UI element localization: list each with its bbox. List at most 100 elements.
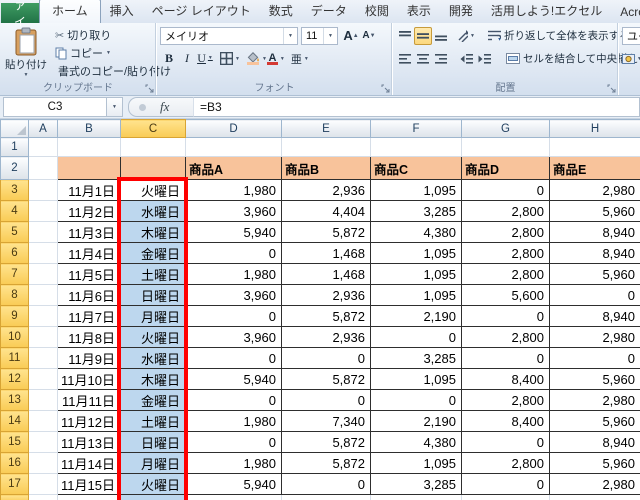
cell-value[interactable]: 3,285 (370, 347, 462, 369)
cell-date[interactable]: 11月8日 (57, 326, 121, 348)
cell-empty[interactable] (28, 263, 58, 285)
cell-value[interactable]: 5,960 (549, 452, 640, 474)
cell-value[interactable]: 3,285 (370, 200, 462, 222)
cell-day[interactable]: 日曜日 (120, 284, 186, 306)
row-header-8[interactable]: 8 (0, 284, 29, 306)
name-box-dropdown[interactable]: ▼ (106, 97, 123, 117)
col-header-B[interactable]: B (57, 119, 121, 138)
cell-value[interactable]: 2,980 (549, 473, 640, 495)
cell-value[interactable]: 0 (185, 389, 282, 411)
row-header-2[interactable]: 2 (0, 156, 29, 180)
cell-day[interactable]: 火曜日 (120, 473, 186, 495)
cell-value[interactable]: 0 (185, 305, 282, 327)
orientation-button[interactable] (457, 27, 475, 45)
cell-value[interactable]: 5,940 (185, 368, 282, 390)
cell-empty[interactable] (28, 156, 58, 180)
chevron-down-icon[interactable]: ▼ (323, 27, 337, 44)
cell-day[interactable]: 日曜日 (120, 431, 186, 453)
cell-value[interactable]: 0 (461, 179, 550, 201)
cell-date[interactable]: 11月4日 (57, 242, 121, 264)
cell-empty[interactable] (28, 137, 58, 157)
select-all-corner[interactable] (0, 119, 29, 138)
cell-date[interactable]: 11月3日 (57, 221, 121, 243)
tab-活用しよう!エクセル[interactable]: 活用しよう!エクセル (482, 0, 611, 23)
cell-value[interactable]: 5,940 (185, 221, 282, 243)
cell-value[interactable]: 1,095 (370, 368, 462, 390)
cell-empty[interactable] (120, 137, 186, 157)
cell-value[interactable]: 2,190 (370, 410, 462, 432)
cell-empty[interactable] (28, 410, 58, 432)
decrease-indent-button[interactable] (457, 50, 475, 68)
cell-value[interactable]: 1,468 (281, 242, 371, 264)
wrap-text-button[interactable]: 折り返して全体を表示する (485, 27, 633, 45)
cell-value[interactable]: 2,980 (549, 389, 640, 411)
cell-value[interactable]: 5,872 (281, 368, 371, 390)
cell-day[interactable]: 木曜日 (120, 368, 186, 390)
cell-empty[interactable] (28, 242, 58, 264)
cell-day-active[interactable]: 火曜日 (120, 179, 186, 201)
cell-product-header[interactable]: 商品D (461, 156, 550, 180)
cell-value[interactable]: 0 (461, 473, 550, 495)
cell-value[interactable]: 3,960 (185, 200, 282, 222)
row-header-4[interactable]: 4 (0, 200, 29, 222)
align-top-button[interactable] (396, 27, 414, 45)
italic-button[interactable]: I (178, 50, 196, 68)
grow-font-button[interactable]: A ▲ (342, 27, 360, 45)
cell-value[interactable]: 5,872 (281, 431, 371, 453)
tab-開発[interactable]: 開発 (440, 0, 482, 23)
cell-value[interactable]: 2,980 (549, 326, 640, 348)
increase-indent-button[interactable] (475, 50, 493, 68)
alignment-dialog-launcher-icon[interactable] (607, 84, 616, 93)
cell-date[interactable]: 11月9日 (57, 347, 121, 369)
cell-value[interactable]: 4,380 (370, 431, 462, 453)
chevron-down-icon[interactable]: ▼ (24, 72, 29, 78)
cell-value[interactable]: 0 (549, 284, 640, 306)
copy-button[interactable]: コピー ▼ (53, 44, 153, 62)
cell-value[interactable]: 3,960 (185, 326, 282, 348)
cell-value[interactable]: 1,095 (370, 263, 462, 285)
row-header-11[interactable]: 11 (0, 347, 29, 369)
cell-value[interactable]: 7,340 (281, 410, 371, 432)
row-header-17[interactable]: 17 (0, 473, 29, 495)
cell-empty[interactable] (461, 494, 550, 500)
cell-empty[interactable] (28, 494, 58, 500)
cell-value[interactable]: 5,872 (281, 221, 371, 243)
cell-value[interactable]: 2,800 (461, 452, 550, 474)
cell-value[interactable]: 2,800 (461, 263, 550, 285)
cell-product-header[interactable]: 商品C (370, 156, 462, 180)
cell-empty[interactable] (461, 137, 550, 157)
cell-value[interactable]: 5,960 (549, 263, 640, 285)
cell-day[interactable]: 金曜日 (120, 242, 186, 264)
cell-value[interactable]: 0 (185, 347, 282, 369)
cell-value[interactable]: 2,800 (461, 221, 550, 243)
align-left-button[interactable] (396, 50, 414, 68)
cell-empty[interactable] (370, 137, 462, 157)
font-name-combo[interactable]: メイリオ ▼ (160, 26, 298, 45)
cell-empty[interactable] (57, 137, 121, 157)
paste-button[interactable]: 貼り付け ▼ (4, 27, 48, 79)
col-header-D[interactable]: D (185, 119, 282, 138)
cell-day[interactable] (120, 494, 186, 500)
cell-value[interactable]: 3,285 (370, 473, 462, 495)
col-header-E[interactable]: E (281, 119, 371, 138)
borders-button[interactable] (220, 50, 240, 68)
cell-product-header[interactable]: 商品E (549, 156, 640, 180)
font-dialog-launcher-icon[interactable] (381, 84, 390, 93)
underline-button[interactable]: U (196, 50, 214, 68)
cell-value[interactable]: 1,095 (370, 179, 462, 201)
cell-value[interactable]: 2,800 (461, 326, 550, 348)
col-header-G[interactable]: G (461, 119, 550, 138)
row-header-16[interactable]: 16 (0, 452, 29, 474)
cell-empty[interactable] (28, 179, 58, 201)
cell-value[interactable]: 5,600 (461, 284, 550, 306)
tab-数式[interactable]: 数式 (260, 0, 302, 23)
align-middle-button[interactable] (414, 26, 432, 45)
tab-挿入[interactable]: 挿入 (101, 0, 143, 23)
row-header-7[interactable]: 7 (0, 263, 29, 285)
row-header-1[interactable]: 1 (0, 137, 29, 157)
name-box[interactable]: C3 (3, 97, 106, 117)
cell-value[interactable]: 0 (281, 473, 371, 495)
row-header-5[interactable]: 5 (0, 221, 29, 243)
cell-value[interactable]: 1,095 (370, 284, 462, 306)
row-header-18[interactable] (0, 494, 29, 500)
